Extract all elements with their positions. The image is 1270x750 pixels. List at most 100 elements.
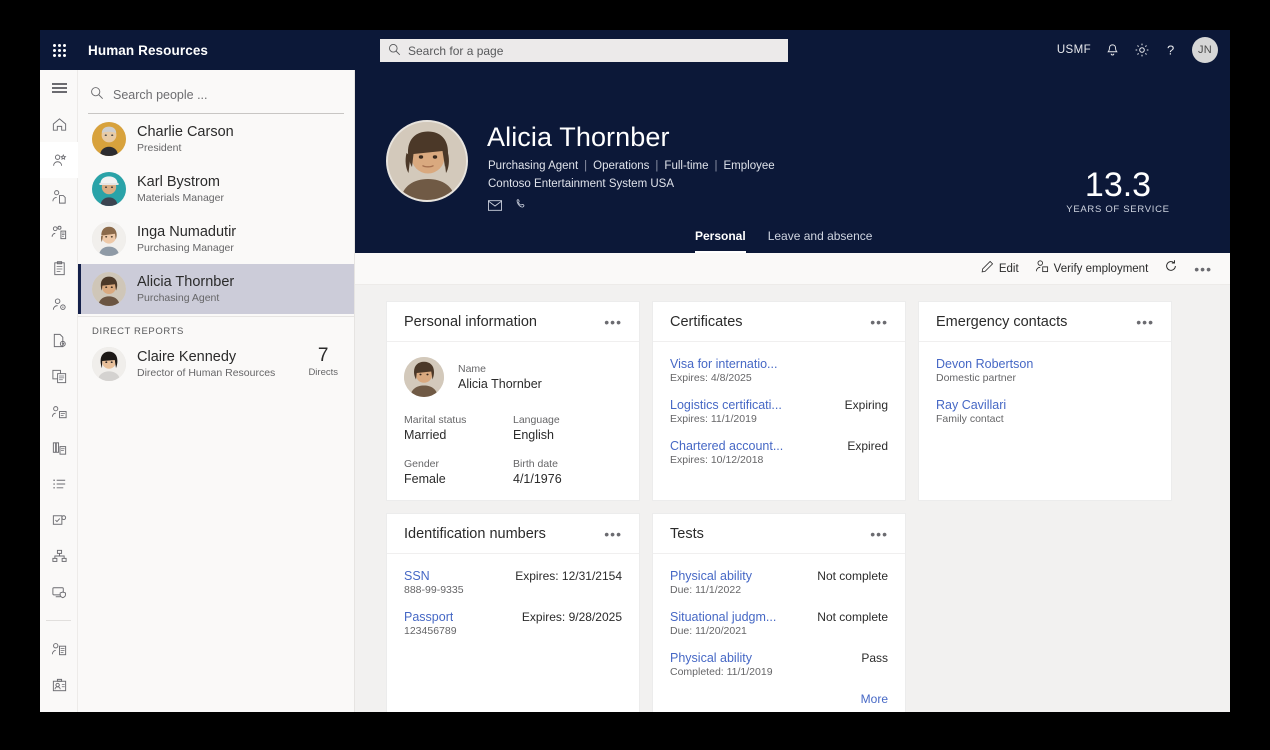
person-group-icon[interactable] [40,394,78,430]
meta-department: Operations [593,160,649,172]
refresh-icon [1164,259,1178,278]
field-label: Birth date [513,457,622,471]
stat-caption: YEARS OF SERVICE [1038,204,1198,215]
card-body: SSN Expires: 12/31/2154 888-99-9335 Pass… [387,554,639,639]
id-badge-icon[interactable] [40,667,78,703]
person-name: Charlie Carson [137,124,234,141]
field-value: Female [404,471,513,488]
card-body: Name Alicia Thornber Marital status Marr… [387,342,639,501]
employee-name: Alicia Thornber [487,122,670,153]
home-icon[interactable] [40,106,78,142]
card-header: Personal information ••• [387,302,639,342]
test-link[interactable]: Physical ability [670,651,752,665]
app-title: Human Resources [88,43,208,58]
user-avatar[interactable]: JN [1192,37,1218,63]
verify-employment-button[interactable]: Verify employment [1035,259,1149,278]
card-body: Devon Robertson Domestic partner Ray Cav… [919,342,1171,427]
overflow-button[interactable]: ••• [1194,265,1212,273]
contact-link[interactable]: Devon Robertson [936,357,1033,371]
card-personal-information: Personal information ••• Name Alicia Tho… [386,301,640,501]
hamburger-icon[interactable] [40,70,78,106]
phone-icon[interactable] [515,198,528,216]
list-item-selected[interactable]: Alicia Thornber Purchasing Agent [78,264,354,314]
badge-check-icon[interactable] [40,502,78,538]
card-header: Emergency contacts ••• [919,302,1171,342]
top-app-bar: Human Resources Search for a page USMF ?… [40,30,1230,70]
certificate-link[interactable]: Visa for internatio... [670,357,777,371]
company-selector[interactable]: USMF [1057,44,1091,56]
field-label: Marital status [404,413,513,427]
list-item[interactable]: Karl Bystrom Materials Manager [78,164,354,214]
direct-reports-label: DIRECT REPORTS [78,316,354,339]
list-item: Passport Expires: 9/28/2025 123456789 [404,610,622,639]
books-icon[interactable] [40,430,78,466]
bell-icon[interactable] [1105,43,1120,58]
meta-separator: | [578,160,593,172]
test-link[interactable]: Physical ability [670,569,752,583]
directs-number: 7 [308,345,338,367]
more-link[interactable]: More [670,692,888,706]
people-search-placeholder: Search people ... [113,88,208,102]
mail-icon[interactable] [488,198,502,216]
list-item[interactable]: Claire Kennedy Director of Human Resourc… [78,339,354,389]
identification-link[interactable]: SSN [404,569,430,583]
ellipsis-icon[interactable]: ••• [1136,318,1154,326]
list-item[interactable]: Charlie Carson President [78,114,354,164]
card-title: Identification numbers [404,526,546,542]
question-mark-icon[interactable]: ? [1164,42,1178,58]
people-search-input[interactable]: Search people ... [88,76,344,114]
card-header: Tests ••• [653,514,905,554]
test-link[interactable]: Situational judgm... [670,610,776,624]
list-item-sub: Due: 11/1/2022 [670,583,888,598]
clipboard-icon[interactable] [40,250,78,286]
report-copy-icon[interactable] [40,358,78,394]
avatar [92,222,126,256]
person-name: Claire Kennedy [137,349,275,366]
field-value: 4/1/1976 [513,471,622,488]
tab-leave-and-absence[interactable]: Leave and absence [768,229,873,253]
ellipsis-icon[interactable]: ••• [870,318,888,326]
refresh-button[interactable] [1164,259,1178,278]
org-chart-icon[interactable] [40,538,78,574]
list-item[interactable]: Inga Numadutir Purchasing Manager [78,214,354,264]
document-share-icon[interactable] [40,322,78,358]
card-identification-numbers: Identification numbers ••• SSN Expires: … [386,513,640,712]
list-item-sub: Expires: 4/8/2025 [670,371,888,386]
tab-personal[interactable]: Personal [695,229,746,253]
ellipsis-icon[interactable]: ••• [604,530,622,538]
list-item: Logistics certificati... Expiring Expire… [670,398,888,427]
list-icon[interactable] [40,466,78,502]
svg-text:?: ? [1167,43,1174,58]
person-gear-icon[interactable] [40,286,78,322]
card-title: Personal information [404,314,537,330]
list-item: Physical ability Pass Completed: 11/1/20… [670,651,888,680]
ellipsis-icon[interactable]: ••• [870,530,888,538]
list-item: SSN Expires: 12/31/2154 888-99-9335 [404,569,622,598]
employee-photo [404,357,444,397]
list-item-sub: Completed: 11/1/2019 [670,665,888,680]
edit-button[interactable]: Edit [981,260,1019,278]
app-launcher-icon[interactable] [40,30,78,70]
status-badge: Not complete [817,569,888,583]
certificate-link[interactable]: Logistics certificati... [670,398,782,412]
people-clipboard-icon[interactable] [40,214,78,250]
identification-link[interactable]: Passport [404,610,453,624]
contact-link[interactable]: Ray Cavillari [936,398,1006,412]
certificate-link[interactable]: Chartered account... [670,439,783,453]
card-certificates: Certificates ••• Visa for internatio... … [652,301,906,501]
person-list-icon[interactable] [40,631,78,667]
list-item-row: Ray Cavillari [936,398,1154,412]
card-header: Identification numbers ••• [387,514,639,554]
list-item-row: Logistics certificati... Expiring [670,398,888,412]
page-search-input[interactable]: Search for a page [380,39,788,62]
field-marital-status: Marital status Married [404,413,513,444]
employee-meta: Purchasing Agent|Operations|Full-time|Em… [488,160,775,172]
gear-icon[interactable] [1134,42,1150,58]
field-value: Married [404,427,513,444]
person-name: Alicia Thornber [137,274,234,291]
person-star-icon[interactable] [40,142,78,178]
monitor-shield-icon[interactable] [40,574,78,610]
ellipsis-icon[interactable]: ••• [604,318,622,326]
person-document-icon[interactable] [40,178,78,214]
card-tests: Tests ••• Physical ability Not complete … [652,513,906,712]
